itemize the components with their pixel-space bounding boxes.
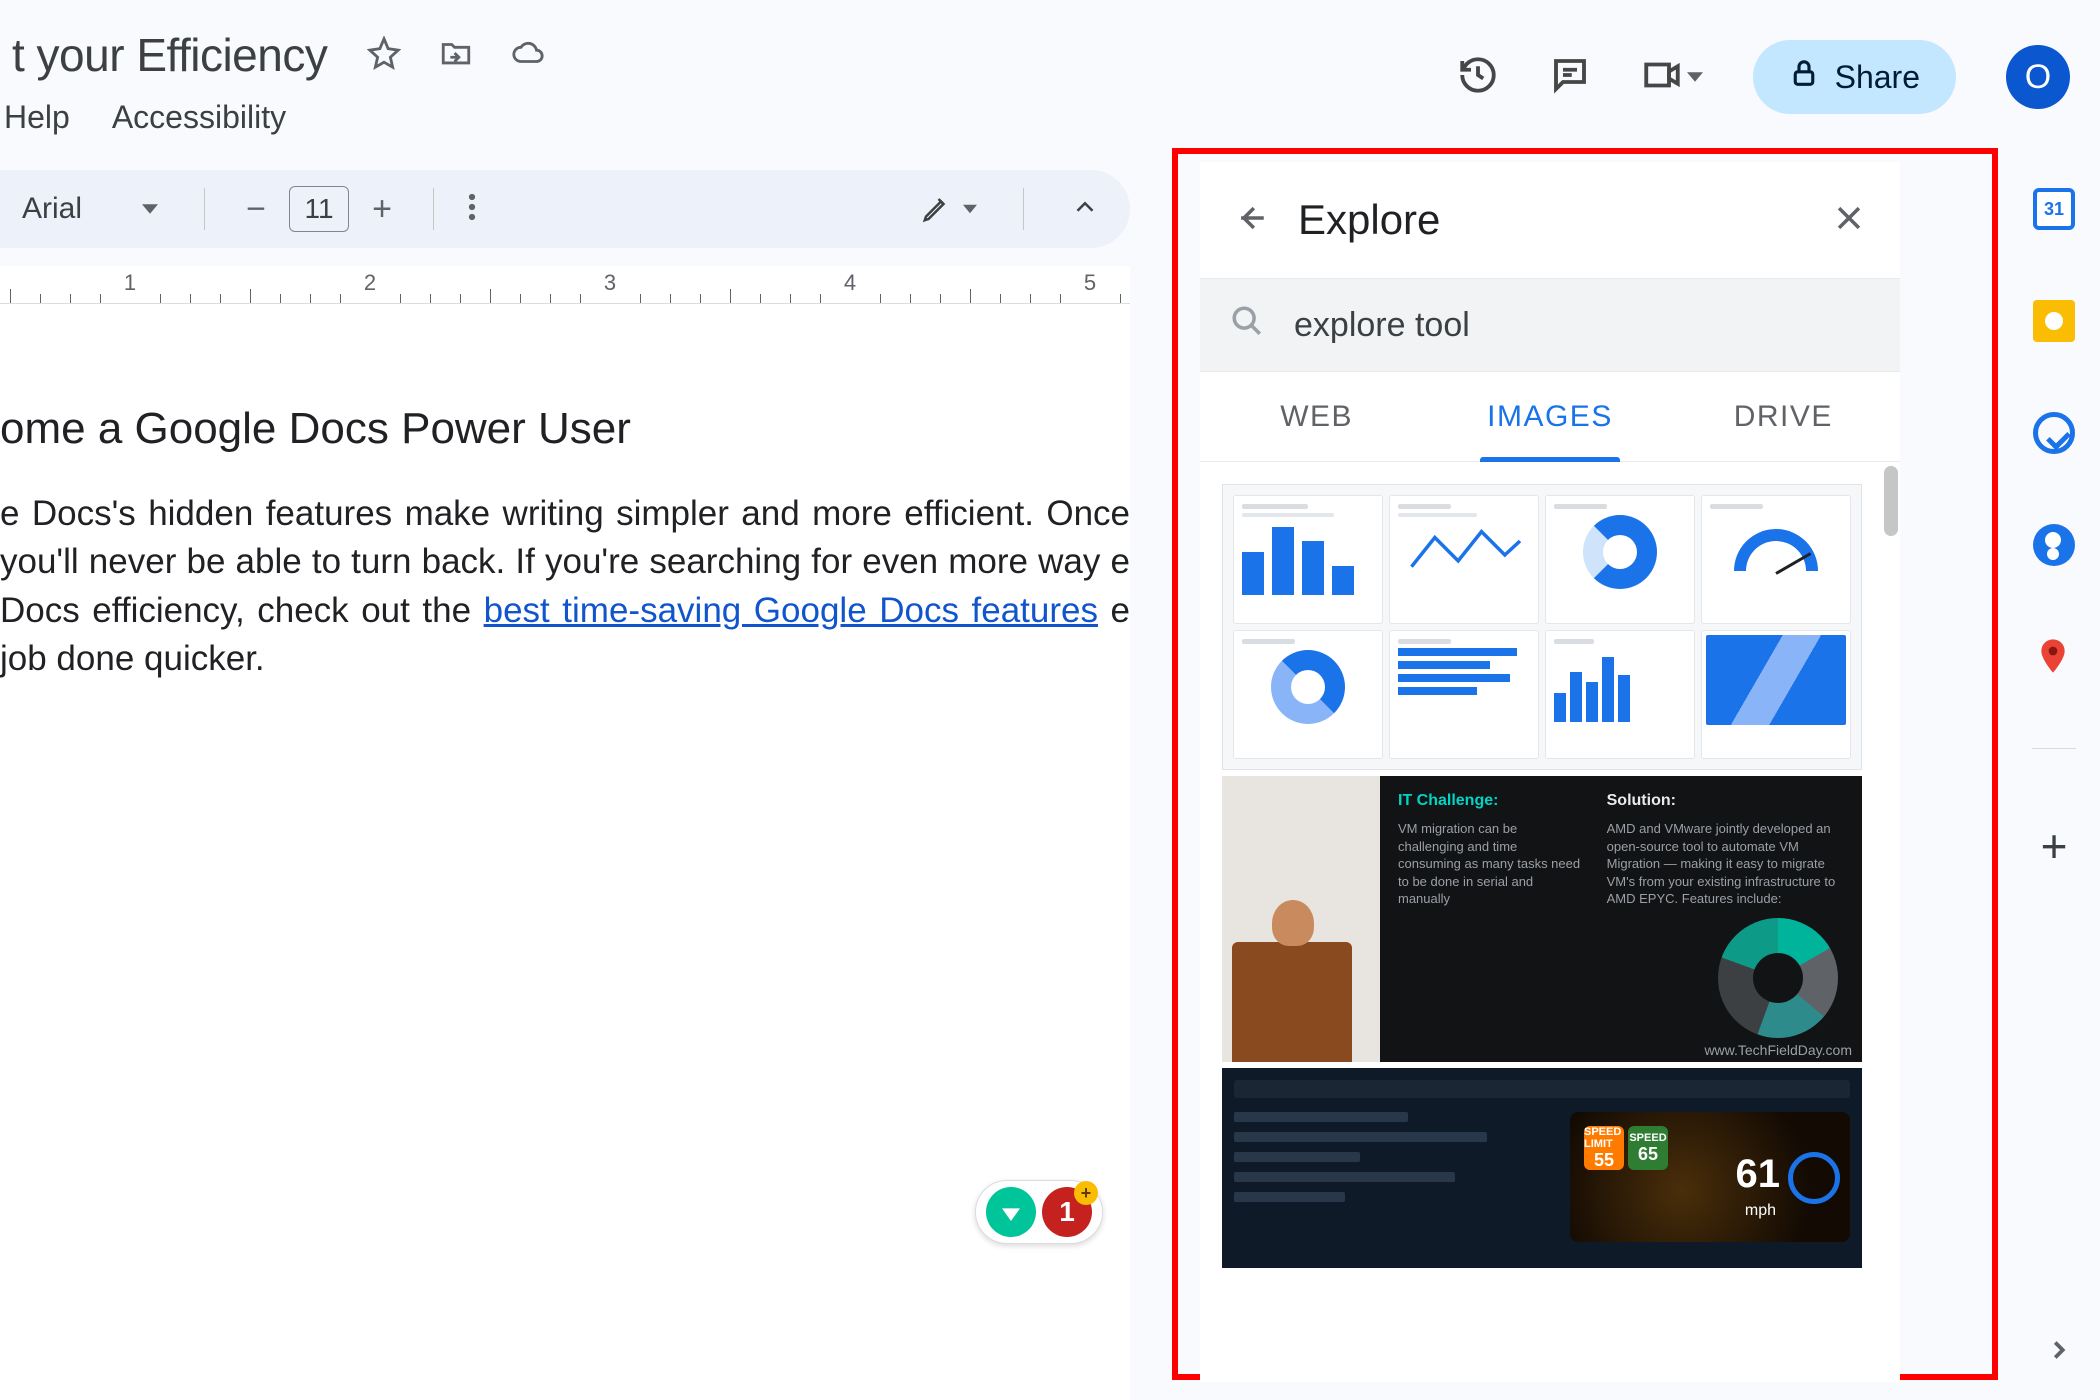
close-icon[interactable] [1832,201,1866,240]
image-result-2[interactable]: IT Challenge: VM migration can be challe… [1222,776,1862,1062]
search-icon [1230,304,1264,347]
presenter-thumbnail [1232,942,1352,1062]
suggestion-badges[interactable]: 1 [975,1180,1103,1244]
move-folder-icon[interactable] [439,36,473,75]
slide-solution-text: AMD and VMware jointly developed an open… [1607,820,1844,908]
slide-challenge-text: VM migration can be challenging and time… [1398,820,1583,908]
chevron-down-icon [963,202,977,216]
tab-drive[interactable]: DRIVE [1667,372,1900,461]
separator [1023,188,1024,230]
separator [204,188,205,230]
keep-icon[interactable] [2033,300,2075,342]
slide-solution-label: Solution: [1607,792,1844,810]
ruler-number: 2 [364,270,376,296]
ruler-number: 4 [844,270,856,296]
back-icon[interactable] [1234,201,1268,240]
maps-icon[interactable] [2033,636,2075,678]
explore-panel: Explore explore tool WEB IMAGES DRIVE [1200,162,1900,1382]
menu-accessibility[interactable]: Accessibility [112,99,286,136]
tab-web[interactable]: WEB [1200,372,1433,461]
font-size-value[interactable]: 11 [289,186,349,232]
font-family-select[interactable]: Arial [10,192,170,226]
explore-search-value: explore tool [1294,306,1470,345]
ruler-number: 3 [604,270,616,296]
font-size-decrease[interactable]: − [239,190,273,229]
tab-images[interactable]: IMAGES [1433,372,1666,461]
explore-title: Explore [1298,196,1802,244]
menu-bar: Help Accessibility [0,92,286,142]
pencil-icon [921,194,951,224]
separator [2032,748,2076,749]
menu-help[interactable]: Help [4,99,70,136]
limit-b-label: SPEED [1629,1132,1666,1144]
limit-b-val: 65 [1638,1144,1658,1165]
comments-icon[interactable] [1549,54,1591,101]
ruler-number: 5 [1084,270,1096,296]
doc-paragraph[interactable]: e Docs's hidden features make writing si… [0,490,1130,683]
ruler-number: 1 [124,270,136,296]
suggestion-badge-red[interactable]: 1 [1042,1187,1092,1237]
lock-icon [1789,58,1819,96]
add-addon-icon[interactable]: + [2041,819,2068,873]
slide-credit: www.TechFieldDay.com [1704,1042,1852,1058]
document-canvas[interactable]: ome a Google Docs Power User e Docs's hi… [0,304,1130,1400]
explore-tabs: WEB IMAGES DRIVE [1200,372,1900,462]
collapse-toolbar-icon[interactable] [1070,192,1100,227]
share-button[interactable]: Share [1753,40,1956,114]
explore-results[interactable]: IT Challenge: VM migration can be challe… [1200,462,1900,1382]
separator [433,188,434,230]
history-icon[interactable] [1457,54,1499,101]
steering-icon [1788,1152,1840,1204]
contacts-icon[interactable] [2033,524,2075,566]
doc-heading[interactable]: ome a Google Docs Power User [0,404,1130,454]
speed-unit: mph [1745,1202,1776,1220]
image-result-1[interactable] [1222,484,1862,770]
limit-a-label: SPEED LIMIT [1584,1126,1624,1150]
slide-wheel-graphic [1718,918,1838,1038]
scrollbar[interactable] [1884,466,1898,536]
share-label: Share [1835,59,1920,96]
star-icon[interactable] [367,36,401,75]
toolbar: Arial − 11 + [0,170,1130,248]
avatar[interactable]: O [2006,45,2070,109]
font-family-value: Arial [22,192,82,226]
video-icon [1641,54,1683,101]
explore-panel-highlight: Explore explore tool WEB IMAGES DRIVE [1172,148,1998,1380]
explore-search-input[interactable]: explore tool [1200,278,1900,372]
slide-challenge-label: IT Challenge: [1398,792,1583,810]
document-title[interactable]: t your Efficiency [0,28,327,82]
font-size-increase[interactable]: + [365,190,399,229]
more-tools-icon[interactable] [468,192,476,227]
side-panel: + [2008,160,2100,1400]
meet-dropdown[interactable] [1641,54,1703,101]
tasks-icon[interactable] [2033,412,2075,454]
limit-a-val: 55 [1594,1150,1614,1171]
calendar-icon[interactable] [2033,188,2075,230]
speed-value: 61 [1736,1152,1781,1197]
cloud-status-icon[interactable] [511,36,545,75]
image-result-3[interactable]: SPEED LIMIT55 SPEED65 61 mph [1222,1068,1862,1268]
doc-link[interactable]: best time-saving Google Docs features [484,591,1098,630]
ruler[interactable]: 1 2 3 4 5 [0,266,1130,304]
collapse-sidepanel-icon[interactable] [2044,1335,2074,1370]
editing-mode-button[interactable] [921,194,977,224]
suggestion-badge-green[interactable] [986,1187,1036,1237]
